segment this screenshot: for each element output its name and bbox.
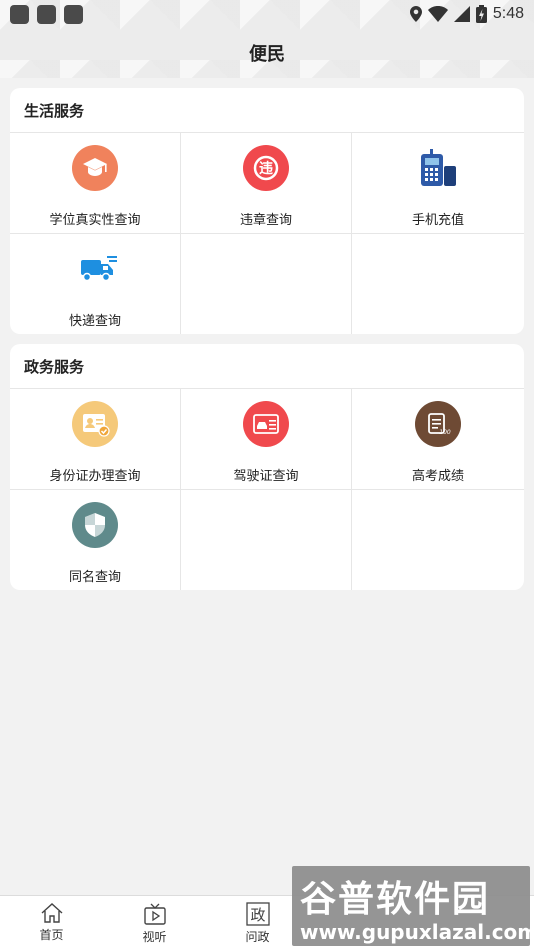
service-exam-score[interactable]: 100 高考成绩 [352,389,524,490]
service-same-name-query[interactable]: 同名查询 [10,490,181,590]
empty-cell [352,490,524,590]
service-degree-verification[interactable]: 学位真实性查询 [10,133,181,234]
svg-text:政: 政 [250,906,265,924]
service-label: 手机充值 [411,213,464,228]
id-card-icon [72,401,118,447]
tv-icon [143,903,166,925]
page-title: 便民 [249,44,285,65]
nav-label: 首页 [39,928,64,942]
signal-icon [453,6,470,22]
nav-label: 视听 [142,930,167,944]
service-label: 高考成绩 [411,469,464,484]
service-label: 快递查询 [68,314,121,329]
exam-score-icon: 100 [415,401,461,447]
service-express-query[interactable]: 快递查询 [10,234,181,334]
section-title: 生活服务 [10,88,524,133]
mobile-phone-icon [415,145,461,191]
nav-av[interactable]: 视听 [103,896,206,950]
service-label: 驾驶证查询 [233,469,299,484]
zheng-icon: 政 [245,902,270,926]
service-label: 同名查询 [68,570,121,585]
location-icon [409,6,422,22]
status-bar: 5:48 [0,0,534,28]
svg-text:违: 违 [259,160,273,177]
header-background: 5:48 便民 [0,0,534,78]
same-name-icon [72,502,118,548]
government-services-card: 政务服务 身份证办理查询 驾驶证查询 100 高考成绩 同名查询 [10,344,524,590]
graduation-cap-icon [72,145,118,191]
home-icon [41,903,62,923]
empty-cell [352,234,524,334]
service-violation-query[interactable]: 违 违章查询 [181,133,352,234]
delivery-truck-icon [72,246,118,292]
notification-icon [37,4,56,24]
wifi-icon [427,6,448,22]
service-label: 违章查询 [239,213,292,228]
notification-icons [10,4,83,24]
service-id-card-query[interactable]: 身份证办理查询 [10,389,181,490]
watermark-url: www.gupuxlazal.com [300,920,534,944]
violation-icon: 违 [243,145,289,191]
nav-home[interactable]: 首页 [0,896,103,950]
service-driver-license-query[interactable]: 驾驶证查询 [181,389,352,490]
watermark-logo: 谷普软件园 www.gupuxlazal.com [292,866,534,946]
driver-license-icon [243,401,289,447]
battery-icon [475,5,487,23]
notification-icon [10,4,29,24]
service-label: 学位真实性查询 [49,213,141,228]
watermark-text: 谷普软件园 [300,879,491,920]
empty-cell [181,490,352,590]
empty-cell [181,234,352,334]
section-title: 政务服务 [10,344,524,389]
nav-label: 问政 [245,930,270,944]
svg-text:100: 100 [439,429,451,436]
life-services-card: 生活服务 学位真实性查询 违 违章查询 手机充值 快递查询 [10,88,524,334]
service-label: 身份证办理查询 [49,469,141,484]
notification-icon [64,4,83,24]
service-phone-topup[interactable]: 手机充值 [352,133,524,234]
clock: 5:48 [492,5,524,22]
